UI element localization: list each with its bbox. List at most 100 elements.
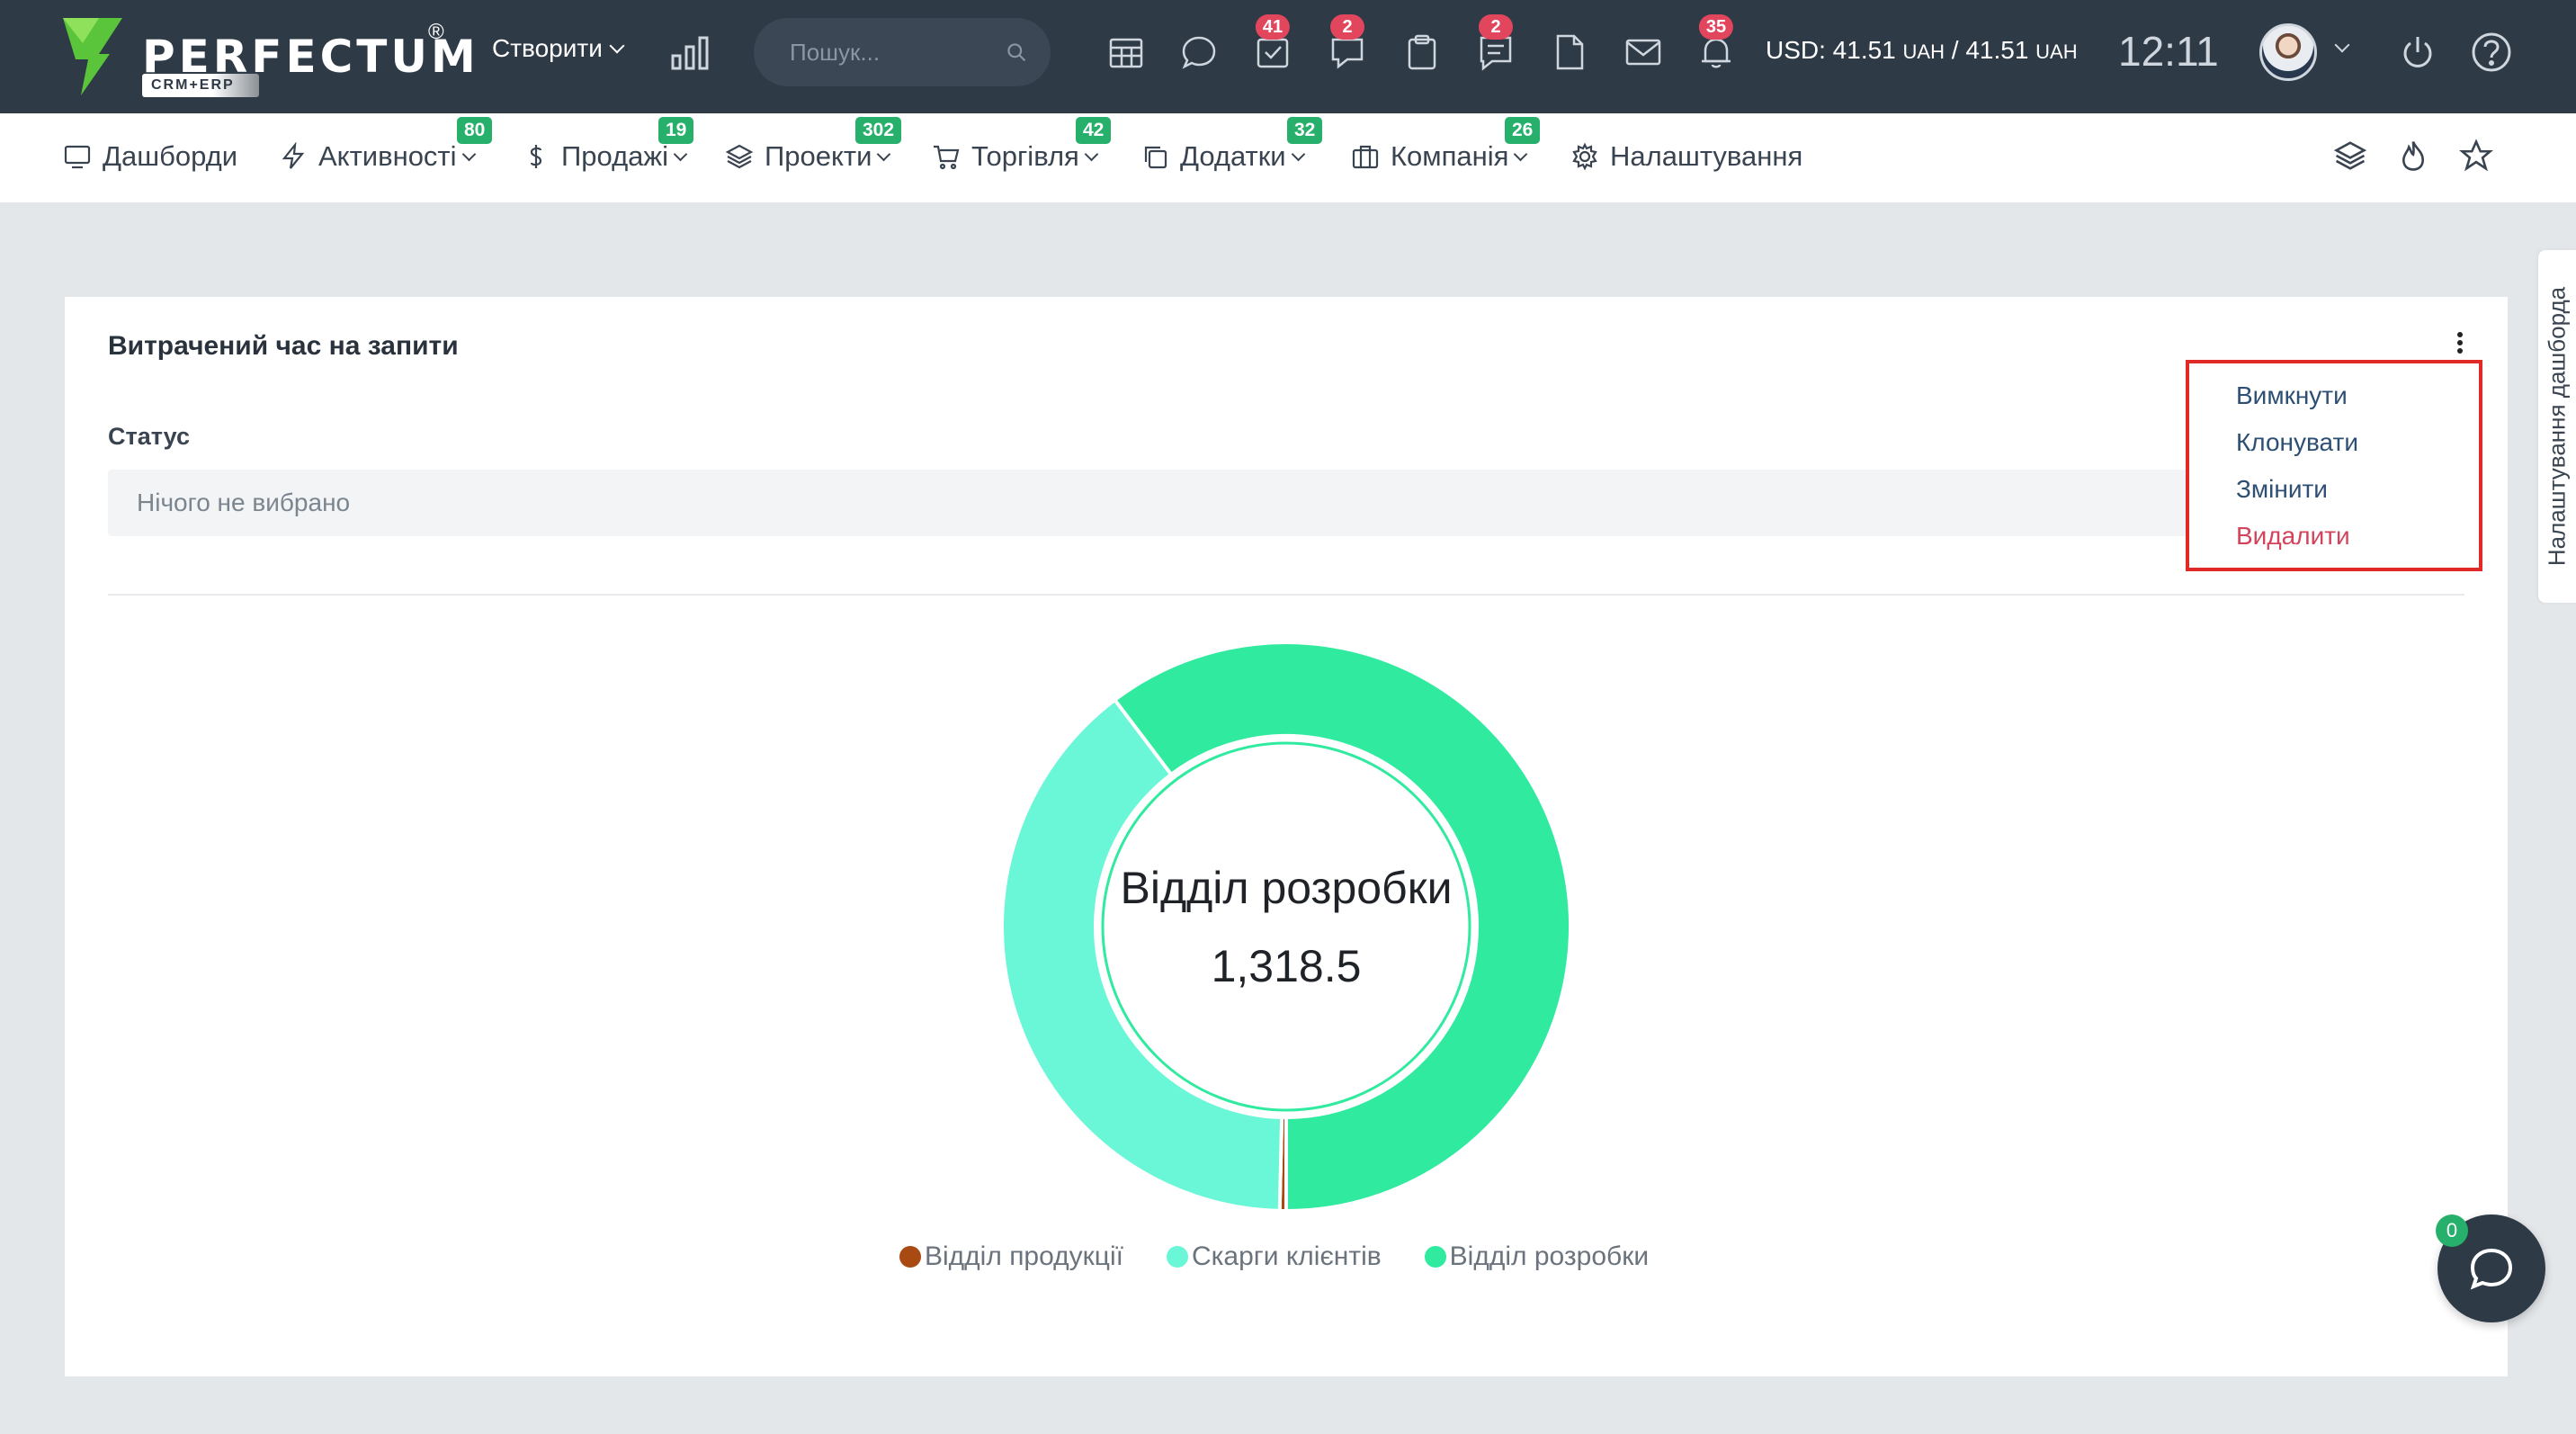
chevron-down-icon [877, 147, 891, 161]
chart-center-label: Відділ розробки [1120, 863, 1453, 913]
nav-label: Дашборди [103, 140, 238, 172]
nav-badge: 19 [658, 117, 694, 144]
nav-item-projects[interactable]: Проекти 302 [725, 117, 902, 173]
widget-title: Витрачений час на запити [108, 331, 459, 361]
logo-mark-icon [63, 18, 122, 95]
nav-label: Налаштування [1610, 140, 1803, 172]
menu-item-edit[interactable]: Змінити [2236, 475, 2328, 504]
nav-item-settings[interactable]: Налаштування [1570, 140, 1802, 173]
create-label: Створити [492, 34, 603, 62]
nav-label: Торгівля [971, 140, 1079, 172]
legend-label: Відділ розробки [1449, 1241, 1650, 1271]
currency-unit: UAH [1902, 40, 1945, 63]
flame-icon[interactable] [2396, 139, 2430, 173]
chevron-down-icon [1291, 147, 1305, 161]
dashboard-icon [64, 145, 91, 169]
nav-label: Компанія [1391, 140, 1509, 172]
legend-item[interactable]: Відділ продукції [899, 1241, 1123, 1272]
nav-item-activities[interactable]: Активності 80 [279, 117, 493, 173]
search-box[interactable] [754, 18, 1051, 86]
chart-legend: Відділ продукції Скарги клієнтів Відділ … [899, 1241, 1649, 1272]
chevron-down-icon [461, 147, 476, 161]
nav-item-trade[interactable]: Торгівля 42 [932, 117, 1112, 173]
search-input[interactable] [790, 38, 1006, 67]
status-select[interactable]: Нічого не вибрано [108, 470, 2464, 536]
tasks-badge: 41 [1255, 14, 1291, 40]
legend-dot [1166, 1246, 1188, 1268]
legend-dot [1424, 1246, 1446, 1268]
dashboard-settings-tab[interactable]: Налаштування дашборда [2538, 250, 2576, 603]
notes-badge: 2 [1479, 14, 1513, 40]
nav-label: Додатки [1180, 140, 1286, 172]
create-button[interactable]: Створити [492, 34, 625, 63]
nav-item-dashboards[interactable]: Дашборди [63, 140, 237, 173]
chat-count-badge: 0 [2436, 1214, 2468, 1247]
status-label: Статус [108, 423, 190, 450]
menu-item-disable[interactable]: Вимкнути [2236, 381, 2348, 410]
nav-label: Продажі [561, 140, 669, 172]
bell-icon[interactable]: 35 [1696, 14, 1736, 72]
notes-icon[interactable]: 2 [1476, 14, 1516, 72]
legend-item[interactable]: Відділ розробки [1424, 1241, 1650, 1272]
currency-unit: UAH [2035, 40, 2078, 63]
donut-inner-ring [1101, 741, 1471, 1112]
chevron-down-icon [673, 147, 688, 161]
nav-item-company[interactable]: Компанія 26 [1351, 117, 1541, 173]
legend-label: Скарги клієнтів [1191, 1241, 1382, 1271]
document-icon[interactable] [1550, 32, 1589, 72]
currency-separator: / 41.51 [1944, 36, 2036, 64]
logo[interactable]: PERFECTUM CRM+ERP ® [63, 14, 476, 100]
chart-center-value: 1,318.5 [1211, 941, 1362, 991]
chevron-down-icon [609, 38, 625, 54]
menu-item-delete[interactable]: Видалити [2236, 522, 2350, 551]
main-nav: Дашборди Активності 80 Продажі 19 Проект… [0, 113, 2576, 203]
chevron-down-icon [1084, 147, 1099, 161]
logo-subtitle: CRM+ERP [142, 74, 259, 97]
legend-item[interactable]: Скарги клієнтів [1166, 1241, 1382, 1272]
divider [108, 594, 2464, 596]
nav-badge: 42 [1076, 117, 1112, 144]
bolt-icon [282, 142, 305, 169]
nav-item-addons[interactable]: Додатки 32 [1140, 117, 1323, 173]
top-bar: PERFECTUM CRM+ERP ® Створити 41 2 2 [0, 0, 2576, 113]
messages-icon[interactable]: 2 [1328, 14, 1367, 72]
currency-main: USD: 41.51 [1766, 36, 1903, 64]
legend-label: Відділ продукції [925, 1241, 1123, 1271]
nav-badge: 32 [1287, 117, 1323, 144]
dollar-icon [530, 145, 542, 168]
layers-icon [725, 144, 754, 169]
nav-badge: 302 [855, 117, 902, 144]
chevron-down-icon [1514, 147, 1528, 161]
nav-badge: 80 [457, 117, 493, 144]
chevron-down-icon[interactable] [2334, 37, 2350, 53]
star-icon[interactable] [2459, 139, 2493, 173]
donut-chart [1000, 641, 1572, 1214]
calendar-icon[interactable] [1106, 32, 1146, 72]
nav-label: Проекти [765, 140, 872, 172]
status-select-value: Нічого не вибрано [137, 488, 351, 516]
currency-rate: USD: 41.51 UAH / 41.51 UAH [1766, 36, 2078, 65]
power-icon[interactable] [2398, 32, 2437, 72]
chat-icon[interactable] [1179, 32, 1219, 72]
nav-label: Активності [318, 140, 457, 172]
legend-dot [899, 1246, 921, 1268]
help-icon[interactable] [2470, 31, 2513, 74]
tasks-icon[interactable]: 41 [1253, 14, 1292, 72]
messages-badge: 2 [1330, 14, 1364, 40]
mail-icon[interactable] [1623, 32, 1663, 72]
nav-badge: 26 [1505, 117, 1541, 144]
nav-item-sales[interactable]: Продажі 19 [522, 117, 694, 173]
bar-chart-icon[interactable] [670, 34, 710, 70]
copy-icon [1144, 146, 1167, 169]
dashboard-settings-label: Налаштування дашборда [2543, 286, 2571, 567]
menu-item-clone[interactable]: Клонувати [2236, 428, 2358, 457]
avatar[interactable] [2259, 23, 2317, 81]
notifications-badge: 35 [1698, 14, 1734, 40]
briefcase-icon [1352, 145, 1379, 169]
search-icon[interactable] [1006, 40, 1027, 65]
layers-icon[interactable] [2333, 139, 2367, 173]
cart-icon [934, 145, 960, 170]
chat-bubble-icon [2470, 1248, 2513, 1290]
gear-icon [1572, 142, 1597, 171]
clipboard-icon[interactable] [1402, 32, 1442, 72]
